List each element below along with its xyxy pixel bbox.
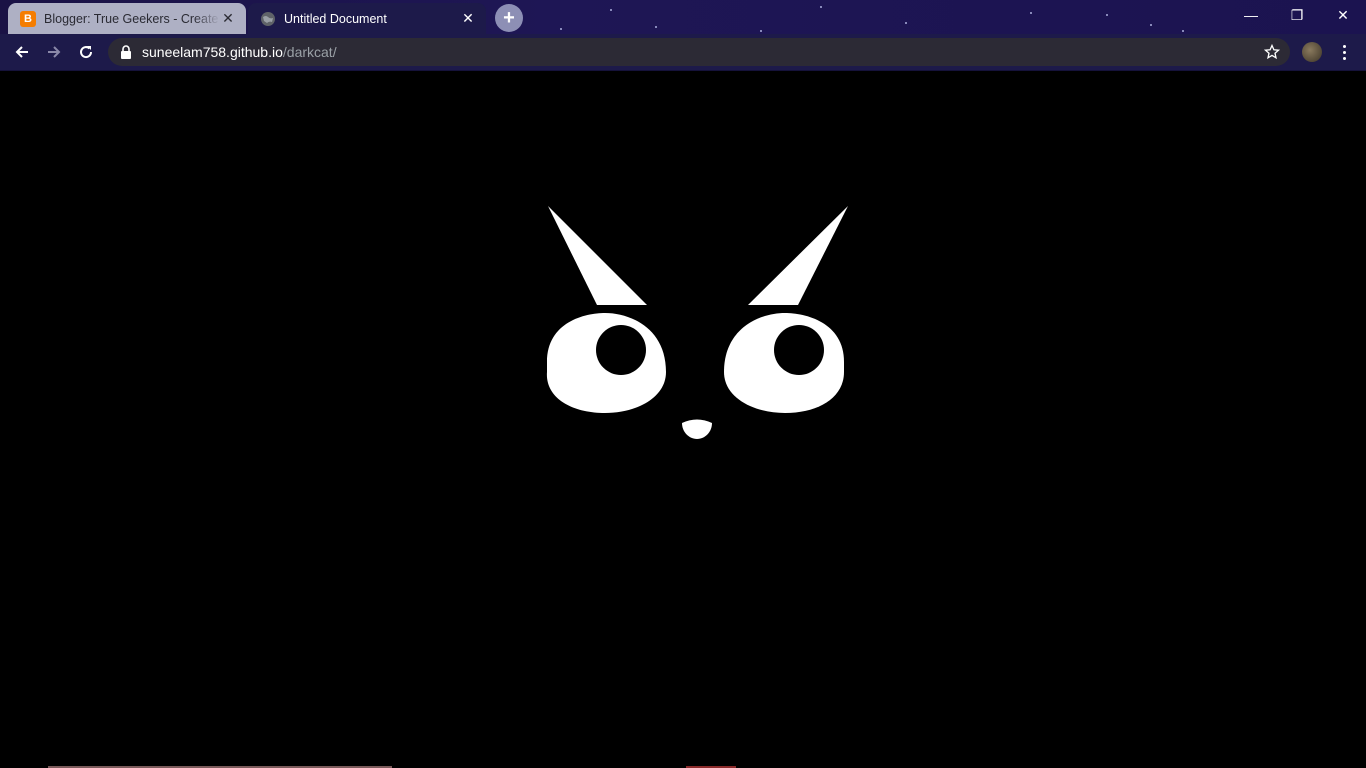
url-text: suneelam758.github.io/darkcat/ xyxy=(142,44,337,60)
reload-icon xyxy=(80,46,93,59)
address-bar[interactable]: suneelam758.github.io/darkcat/ xyxy=(108,38,1290,66)
lock-icon xyxy=(121,45,131,59)
dark-cat-face xyxy=(546,206,848,439)
tab-title: Blogger: True Geekers - Create post xyxy=(44,11,220,26)
tab-blogger[interactable]: B Blogger: True Geekers - Create post ✕ xyxy=(8,3,246,34)
window-controls: — ❐ ✕ xyxy=(1228,0,1366,30)
menu-dot xyxy=(1342,44,1346,48)
bookmark-star-icon[interactable] xyxy=(1264,44,1280,60)
right-ear xyxy=(748,206,848,305)
tab-strip: B Blogger: True Geekers - Create post ✕ … xyxy=(0,0,1366,34)
back-button[interactable] xyxy=(8,38,36,66)
close-icon[interactable]: ✕ xyxy=(220,10,236,27)
globe-icon xyxy=(261,11,275,26)
page-viewport xyxy=(0,71,1366,768)
toolbar: suneelam758.github.io/darkcat/ xyxy=(0,34,1366,71)
browser-menu-button[interactable] xyxy=(1334,38,1354,66)
tab-title: Untitled Document xyxy=(284,11,387,26)
menu-dot xyxy=(1342,56,1346,60)
minimize-button[interactable]: — xyxy=(1228,0,1274,30)
left-ear xyxy=(548,206,647,305)
profile-avatar[interactable] xyxy=(1302,42,1322,62)
restore-button[interactable]: ❐ xyxy=(1274,0,1320,30)
forward-button[interactable] xyxy=(40,38,68,66)
reload-button[interactable] xyxy=(72,38,100,66)
browser-window: B Blogger: True Geekers - Create post ✕ … xyxy=(0,0,1366,768)
close-window-button[interactable]: ✕ xyxy=(1320,0,1366,30)
url-path: /darkcat/ xyxy=(282,44,337,60)
arrow-right-icon xyxy=(48,46,61,58)
blogger-icon: B xyxy=(20,10,36,27)
new-tab-button[interactable]: + xyxy=(495,4,523,32)
tab-untitled-document[interactable]: Untitled Document ✕ xyxy=(248,3,486,34)
cat-nose xyxy=(682,419,712,439)
right-pupil xyxy=(774,325,824,375)
close-icon[interactable]: ✕ xyxy=(460,10,476,27)
arrow-left-icon xyxy=(15,46,28,58)
url-host: suneelam758.github.io xyxy=(142,44,283,60)
menu-dot xyxy=(1342,50,1346,54)
left-pupil xyxy=(596,325,646,375)
